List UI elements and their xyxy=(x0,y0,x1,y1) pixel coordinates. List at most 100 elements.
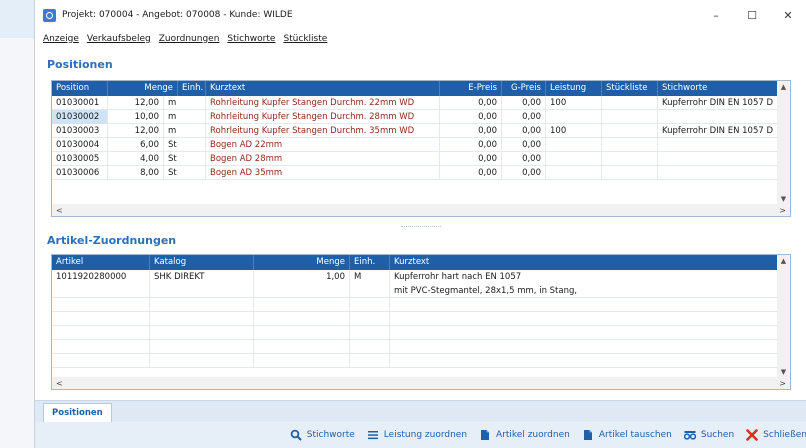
scroll-left-icon[interactable]: < xyxy=(56,379,63,388)
scroll-right-icon[interactable]: > xyxy=(779,379,786,388)
col-position[interactable]: Position xyxy=(52,81,108,96)
table-row[interactable]: 1011920280000 SHK DIREKT 1,00 M Kupferro… xyxy=(52,270,779,284)
table-row-selected[interactable]: 01030002 10,00 m Rohrleitung Kupfer Stan… xyxy=(52,110,779,124)
cell-stichworte xyxy=(658,166,779,180)
window-title: Projekt: 070004 - Angebot: 070008 - Kund… xyxy=(62,10,293,20)
list-icon xyxy=(367,429,379,441)
stichworte-label: Stichworte xyxy=(306,430,355,440)
cell-menge: 8,00 xyxy=(108,166,164,180)
pane-splitter[interactable] xyxy=(51,224,791,230)
menu-anzeige[interactable]: Anzeige xyxy=(43,34,79,44)
empty-row xyxy=(52,298,779,312)
schliessen-button[interactable]: Schließen xyxy=(740,422,806,448)
scroll-up-icon[interactable]: ▲ xyxy=(781,81,786,93)
menu-verkaufsbeleg[interactable]: Verkaufsbeleg xyxy=(87,34,151,44)
cell-leistung xyxy=(546,138,602,152)
empty-row xyxy=(52,340,779,354)
scroll-up-icon[interactable]: ▲ xyxy=(781,255,786,267)
cell-einh xyxy=(350,284,390,298)
col-gpreis[interactable]: G-Preis xyxy=(502,81,546,96)
artikel-tauschen-button[interactable]: Artikel tauschen xyxy=(576,422,678,448)
table-row[interactable]: 01030005 4,00 St Bogen AD 28mm 0,00 0,00 xyxy=(52,152,779,166)
artikel-vertical-scrollbar[interactable]: ▲ ▼ xyxy=(777,255,790,378)
cell-kurztext: Rohrleitung Kupfer Stangen Durchm. 35mm … xyxy=(206,124,440,138)
col-stueckliste[interactable]: Stückliste xyxy=(602,81,658,96)
artikel-tauschen-label: Artikel tauschen xyxy=(598,430,672,440)
background-panel xyxy=(0,0,34,448)
stichworte-button[interactable]: Stichworte xyxy=(284,422,361,448)
cell-einh: St xyxy=(164,152,206,166)
app-icon xyxy=(43,8,56,22)
col-epreis[interactable]: E-Preis xyxy=(440,81,502,96)
table-row[interactable]: 01030004 6,00 St Bogen AD 22mm 0,00 0,00 xyxy=(52,138,779,152)
table-row[interactable]: 01030003 12,00 m Rohrleitung Kupfer Stan… xyxy=(52,124,779,138)
cell-menge: 10,00 xyxy=(108,110,164,124)
cell-gpreis: 0,00 xyxy=(502,96,546,110)
cell-kurztext: Kupferrohr hart nach EN 1057 xyxy=(390,270,779,284)
cell-menge xyxy=(254,284,350,298)
cell-position: 01030003 xyxy=(52,124,108,138)
cell-einh: St xyxy=(164,166,206,180)
artikel-header: Artikel Katalog Menge Einh. Kurztext xyxy=(52,255,779,270)
positionen-horizontal-scrollbar[interactable]: < > xyxy=(52,204,790,216)
col-menge[interactable]: Menge xyxy=(254,255,350,270)
maximize-button[interactable]: ☐ xyxy=(734,0,770,30)
menu-stichworte[interactable]: Stichworte xyxy=(227,34,275,44)
tab-strip: Positionen xyxy=(35,400,806,422)
cell-leistung: 100 xyxy=(546,96,602,110)
cell-epreis: 0,00 xyxy=(440,152,502,166)
artikel-horizontal-scrollbar[interactable]: < > xyxy=(52,377,790,389)
table-row-continuation[interactable]: mit PVC-Stegmantel, 28x1,5 mm, in Stang, xyxy=(52,284,779,298)
cell-position: 01030001 xyxy=(52,96,108,110)
positionen-vertical-scrollbar[interactable]: ▲ ▼ xyxy=(777,81,790,205)
menu-zuordnungen[interactable]: Zuordnungen xyxy=(159,34,220,44)
cell-menge: 1,00 xyxy=(254,270,350,284)
cell-artikel: 1011920280000 xyxy=(52,270,150,284)
cell-einh: St xyxy=(164,138,206,152)
artikel-zuordnen-label: Artikel zuordnen xyxy=(496,430,570,440)
positionen-title: Positionen xyxy=(47,58,113,71)
cell-epreis: 0,00 xyxy=(440,138,502,152)
schliessen-label: Schließen xyxy=(763,430,806,440)
cell-gpreis: 0,00 xyxy=(502,110,546,124)
cell-stueckliste xyxy=(602,124,658,138)
cell-kurztext: Bogen AD 35mm xyxy=(206,166,440,180)
table-row[interactable]: 01030006 8,00 St Bogen AD 35mm 0,00 0,00 xyxy=(52,166,779,180)
scroll-left-icon[interactable]: < xyxy=(56,206,63,215)
col-artikel[interactable]: Artikel xyxy=(52,255,150,270)
cell-leistung: 100 xyxy=(546,124,602,138)
artikel-grid: Artikel Katalog Menge Einh. Kurztext 101… xyxy=(51,254,791,390)
scroll-right-icon[interactable]: > xyxy=(779,206,786,215)
col-leistung[interactable]: Leistung xyxy=(546,81,602,96)
suchen-label: Suchen xyxy=(700,430,735,440)
cell-leistung xyxy=(546,166,602,180)
cell-menge: 12,00 xyxy=(108,96,164,110)
cell-kurztext: Rohrleitung Kupfer Stangen Durchm. 28mm … xyxy=(206,110,440,124)
cell-epreis: 0,00 xyxy=(440,96,502,110)
suchen-button[interactable]: Suchen xyxy=(678,422,740,448)
leistung-zuordnen-label: Leistung zuordnen xyxy=(383,430,468,440)
cell-stichworte: Kupferrohr DIN EN 1057 D xyxy=(658,124,779,138)
cell-menge: 12,00 xyxy=(108,124,164,138)
col-stichworte[interactable]: Stichworte xyxy=(658,81,779,96)
close-window-button[interactable]: ✕ xyxy=(770,0,806,30)
minimize-button[interactable]: – xyxy=(698,0,734,30)
leistung-zuordnen-button[interactable]: Leistung zuordnen xyxy=(361,422,473,448)
table-row[interactable]: 01030001 12,00 m Rohrleitung Kupfer Stan… xyxy=(52,96,779,110)
cell-katalog xyxy=(150,284,254,298)
cell-leistung xyxy=(546,110,602,124)
col-kurztext[interactable]: Kurztext xyxy=(390,255,779,270)
cell-gpreis: 0,00 xyxy=(502,124,546,138)
cell-stueckliste xyxy=(602,110,658,124)
col-einh[interactable]: Einh. xyxy=(350,255,390,270)
project-window: Projekt: 070004 - Angebot: 070008 - Kund… xyxy=(34,0,806,448)
cell-gpreis: 0,00 xyxy=(502,138,546,152)
artikel-zuordnen-button[interactable]: Artikel zuordnen xyxy=(473,422,576,448)
menu-stueckliste[interactable]: Stückliste xyxy=(283,34,327,44)
col-katalog[interactable]: Katalog xyxy=(150,255,254,270)
col-einh[interactable]: Einh. xyxy=(178,81,206,96)
tab-positionen[interactable]: Positionen xyxy=(43,403,112,422)
col-kurztext[interactable]: Kurztext xyxy=(206,81,440,96)
col-menge[interactable]: Menge xyxy=(108,81,178,96)
cell-epreis: 0,00 xyxy=(440,124,502,138)
